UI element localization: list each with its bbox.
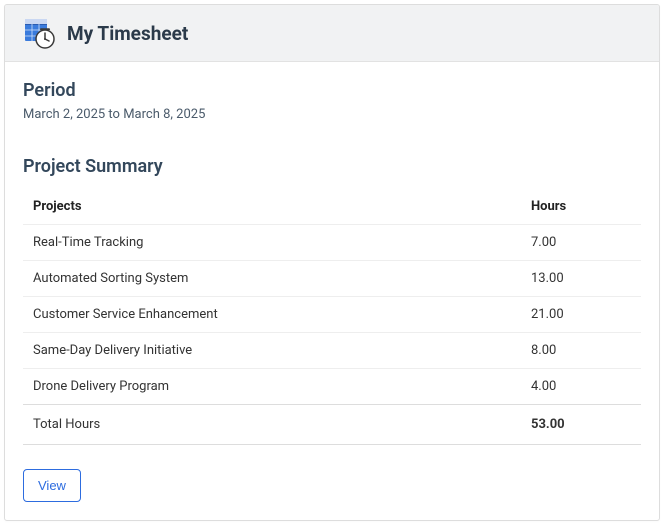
summary-title: Project Summary [23,156,641,177]
col-hours: Hours [521,191,641,225]
project-name: Real-Time Tracking [23,225,521,261]
project-hours: 21.00 [521,297,641,333]
card-body: Period March 2, 2025 to March 8, 2025 Pr… [5,62,659,520]
card-header: My Timesheet [5,5,659,62]
period-range: March 2, 2025 to March 8, 2025 [23,107,641,122]
project-name: Drone Delivery Program [23,369,521,405]
project-name: Same-Day Delivery Initiative [23,333,521,369]
card-title: My Timesheet [67,22,188,45]
view-button[interactable]: View [23,469,81,502]
total-hours: 53.00 [521,405,641,445]
timesheet-icon [23,17,55,49]
period-label: Period [23,80,641,101]
table-row: Same-Day Delivery Initiative 8.00 [23,333,641,369]
total-label: Total Hours [23,405,521,445]
col-projects: Projects [23,191,521,225]
timesheet-card: My Timesheet Period March 2, 2025 to Mar… [4,4,660,521]
table-row: Customer Service Enhancement 21.00 [23,297,641,333]
table-row: Drone Delivery Program 4.00 [23,369,641,405]
total-row: Total Hours 53.00 [23,405,641,445]
project-summary-table: Projects Hours Real-Time Tracking 7.00 A… [23,191,641,445]
table-row: Real-Time Tracking 7.00 [23,225,641,261]
project-name: Customer Service Enhancement [23,297,521,333]
table-row: Automated Sorting System 13.00 [23,261,641,297]
project-hours: 13.00 [521,261,641,297]
project-hours: 8.00 [521,333,641,369]
project-hours: 7.00 [521,225,641,261]
project-hours: 4.00 [521,369,641,405]
project-name: Automated Sorting System [23,261,521,297]
